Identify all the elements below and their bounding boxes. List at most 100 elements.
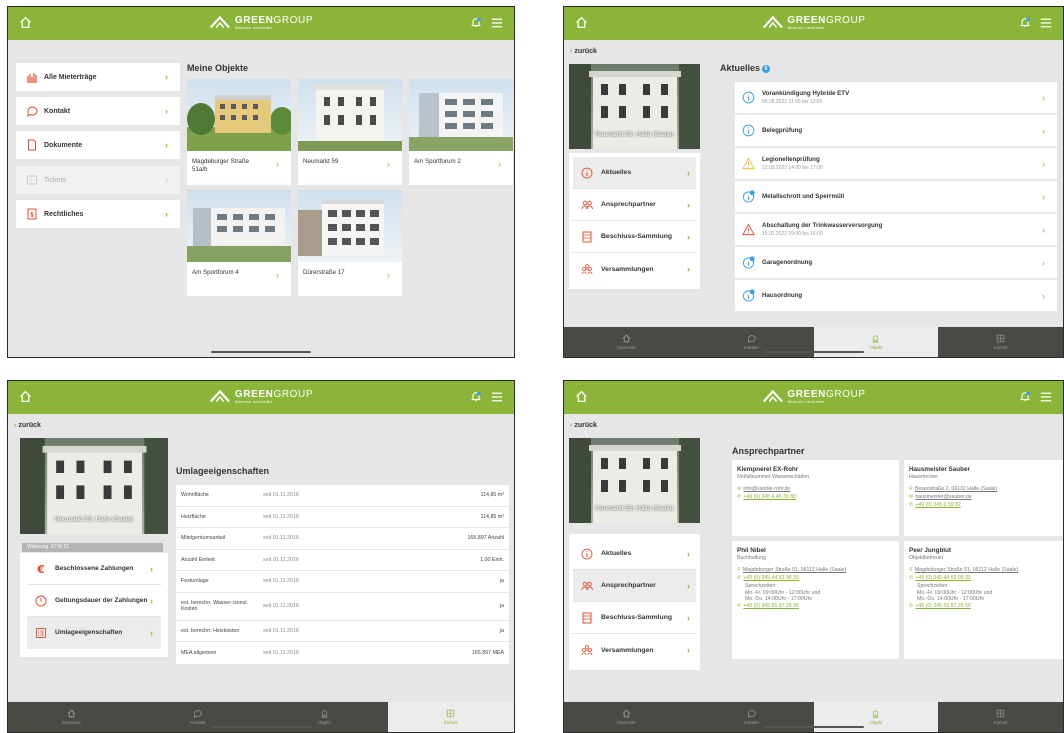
contact-address[interactable]: Magdeburger Straße 51, 06112 Halle (Saal… [743,567,846,573]
back-link[interactable]: ‹ zurück [14,422,41,429]
document-icon [26,139,38,151]
contact-phone-2[interactable]: +49 (0) 345 55 87 26 56 [915,603,971,609]
list-icon [35,627,47,639]
app-header: GREENGROUP Wohnen verbindet [8,7,514,40]
contact-phone[interactable]: +49 (0) 345 4 45 39 80 [743,494,796,500]
home-icon[interactable] [19,16,32,29]
hamburger-menu-icon[interactable] [491,392,503,402]
table-row: ext. berechn. Wasser-/sonst. Kosten seit … [176,593,509,621]
nav-card-rental-income[interactable]: Alle Mieterträge › [16,63,180,91]
home-indicator [763,351,864,353]
property-value: 114,85 m² [480,513,504,520]
nav-card-documents[interactable]: Dokumente › [16,131,180,159]
news-date: 21.03.2022 14:00 bis 17:00 [762,165,823,171]
news-item[interactable]: Belegprüfung › [735,115,1057,147]
brand-light: GROUP [825,14,866,26]
object-card[interactable]: Neumarkt 59 › [298,79,402,185]
hamburger-menu-icon[interactable] [491,18,503,28]
chevron-right-icon: › [276,270,279,280]
tab-home[interactable]: Startseite [564,702,689,732]
chevron-right-icon: › [1042,224,1045,235]
news-item[interactable]: Vorankündigung Hybride ETV 06.08.2022 11:… [735,82,1057,114]
chevron-right-icon: › [165,209,168,219]
tab-unit[interactable]: Einheit [938,327,1063,357]
contact-address[interactable]: Magdeburger Straße 51, 06112 Halle (Saal… [915,567,1018,573]
property-name: Miteigentumsanteil [181,535,226,542]
object-card[interactable]: Dürerstraße 17 › [298,190,402,296]
object-card[interactable]: Magdeburger Straße 51a/b › [187,79,291,185]
contact-phone[interactable]: +49 (0) 345 6 59 82 [915,502,960,508]
tab-home[interactable]: Startseite [8,702,135,732]
chevron-right-icon: › [687,199,690,210]
tab-label: Einheit [993,720,1008,725]
chevron-right-icon: › [1042,125,1045,136]
menu-item-contacts[interactable]: Ansprechpartner › [573,570,696,602]
nav-card-contact[interactable]: Kontakt › [16,97,180,125]
contact-email[interactable]: hausmeister@sauber.de [915,494,971,500]
screen-object-news: GREENGROUP Wohnen verbindet ‹ zurück Neuma… [563,6,1064,358]
news-item[interactable]: Metallschrott und Sperrmüll › [735,181,1057,213]
home-icon[interactable] [575,16,588,29]
contact-card: Phil Nibel Buchhaltung ⚲ Magdeburger Stra… [732,541,899,659]
contact-address[interactable]: Besenstraße 2, 06132 Halle (Saale) [915,486,997,492]
brand-logo: GREENGROUP Wohnen verbindet [761,14,865,30]
news-item[interactable]: Garagenordnung › [735,247,1057,279]
object-address-caption: Neumarkt 59, Halle (Saale) [595,505,674,512]
info-circle-icon [581,548,593,560]
home-icon [622,709,631,718]
menu-item-meetings[interactable]: Versammlungen › [573,634,696,666]
tab-home[interactable]: Startseite [564,327,689,357]
brand-bold: GREEN [787,14,826,26]
object-side-menu: Aktuelles › Ansprechpartner › Beschluss-Sa… [569,153,700,289]
building-photo [409,79,513,151]
contact-email[interactable]: info@sanitär-rohr.de [743,486,790,492]
menu-item-news[interactable]: Aktuelles › [573,538,696,570]
chevron-right-icon: › [687,548,690,559]
hamburger-menu-icon[interactable] [1040,18,1052,28]
chevron-right-icon: › [1042,290,1045,301]
tab-unit[interactable]: Einheit [938,702,1063,732]
menu-item-label: Beschlossene Zahlungen [55,564,134,572]
menu-item-resolutions[interactable]: Beschluss-Sammlung › [573,221,696,253]
chevron-right-icon: › [687,167,690,178]
menu-item-news[interactable]: Aktuelles › [573,157,696,189]
menu-item-resolutions[interactable]: Beschluss-Sammlung › [573,602,696,634]
brand-logo: GREENGROUP Wohnen verbindet [761,388,865,404]
property-since: seit 01.11.2016 [263,649,299,656]
menu-item-duration[interactable]: Geltungsdauer der Zahlungen › [27,585,161,617]
chevron-right-icon: › [498,159,501,169]
nav-card-legal[interactable]: Rechtliches › [16,200,180,228]
notification-bell-icon[interactable] [470,390,482,403]
menu-item-label: Aktuelles [601,550,632,557]
phone-icon: ✆ [909,603,914,610]
home-icon[interactable] [575,390,588,403]
chevron-left-icon: ‹ [14,422,17,429]
contact-phone-2[interactable]: +49 (0) 345 55 87 26 56 [743,603,799,609]
news-item[interactable]: Hausordnung › [735,280,1057,312]
logo-mark-icon [209,14,231,30]
tab-unit[interactable]: Einheit [387,702,514,732]
menu-item-meetings[interactable]: Versammlungen › [573,253,696,285]
location-icon: ⚲ [909,486,913,493]
menu-item-contacts[interactable]: Ansprechpartner › [573,189,696,221]
home-icon[interactable] [19,390,32,403]
menu-item-properties[interactable]: Umlageeigenschaften › [27,617,161,649]
object-photo: Neumarkt 59, Halle (Saale) [20,438,168,534]
chevron-right-icon: › [165,140,168,150]
notification-bell-icon[interactable] [1019,390,1031,403]
notification-bell-icon[interactable] [470,16,482,29]
hamburger-menu-icon[interactable] [1040,392,1052,402]
notification-bell-icon[interactable] [1019,16,1031,29]
news-item[interactable]: Legionellenprüfung 21.03.2022 14:00 bis 1… [735,148,1057,180]
contact-phone[interactable]: +49 (0) 345 44 53 98 30 [743,575,799,581]
object-card[interactable]: Am Sportforum 4 › [187,190,291,296]
back-link[interactable]: ‹ zurück [570,48,597,55]
contact-phone[interactable]: +49 (0) 345 44 53 98 30 [915,575,971,581]
property-value: ja [499,603,504,609]
object-card[interactable]: Am Sportforum 2 › [409,79,513,185]
news-item[interactable]: Abschaltung der Trinkwasserversorgung 15.… [735,214,1057,246]
table-row: Heizfläche seit 01.11.2016 114,85 m² [176,507,509,528]
menu-item-payments[interactable]: Beschlossene Zahlungen › [27,553,161,585]
object-name: Am Sportforum 2 [414,158,461,165]
back-link[interactable]: ‹ zurück [570,422,597,429]
